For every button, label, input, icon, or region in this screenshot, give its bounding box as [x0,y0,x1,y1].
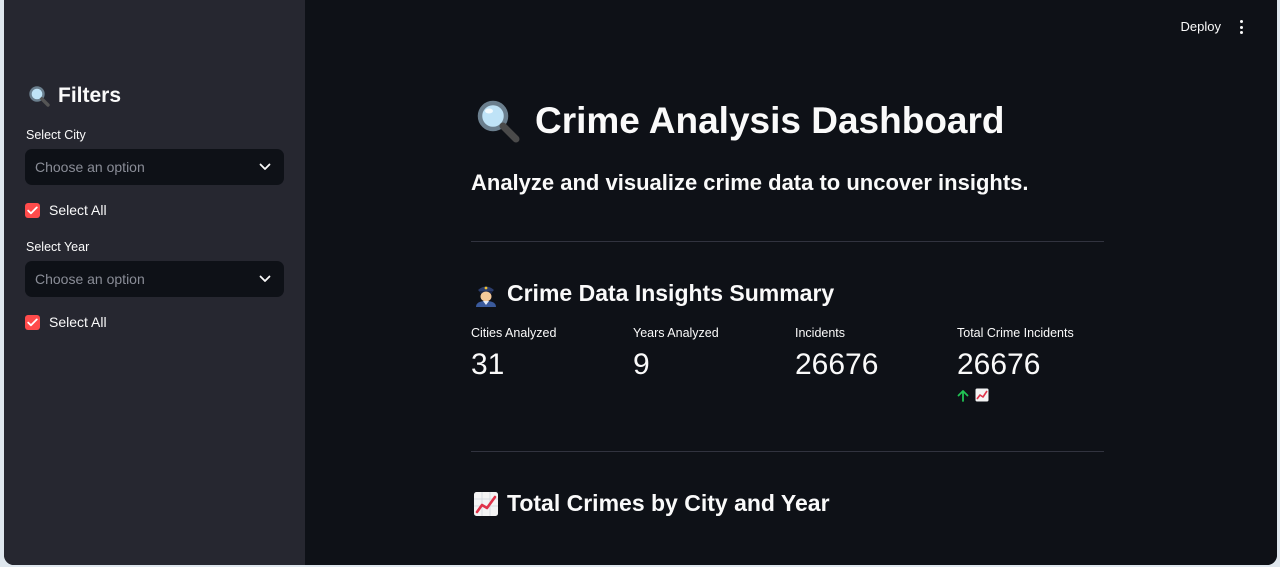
summary-heading-text: Crime Data Insights Summary [507,280,835,306]
city-select-all-label: Select All [49,202,107,218]
divider [471,451,1104,452]
chart-increasing-icon [473,491,499,517]
metric-delta [957,388,1117,402]
year-filter-label: Select Year [26,240,90,254]
year-select-all-checkbox[interactable] [25,314,40,330]
metric-value: 31 [471,348,505,381]
sidebar-header: Filters [28,84,121,108]
page-title-text: Crime Analysis Dashboard [535,100,1005,141]
metric-total-incidents: Total Crime Incidents 26676 [957,326,1117,402]
page-subtitle: Analyze and visualize crime data to unco… [471,170,1029,195]
metric-years: Years Analyzed 9 [633,326,793,382]
sidebar-header-text: Filters [58,84,122,107]
city-select[interactable]: Choose an option [25,149,284,185]
year-select-all-label: Select All [49,314,107,330]
police-officer-icon [473,281,499,307]
metric-label: Years Analyzed [633,326,719,340]
city-filter-label: Select City [26,128,86,142]
city-select-placeholder: Choose an option [35,159,145,175]
deploy-button[interactable]: Deploy [1181,19,1221,34]
metric-label: Cities Analyzed [471,326,557,340]
city-select-all-checkbox[interactable] [25,202,40,218]
main-content: Deploy Crime Analysis Dashboard Analyze … [305,0,1277,565]
magnifying-glass-icon [28,85,50,107]
metric-value: 26676 [795,348,879,381]
metric-label: Total Crime Incidents [957,326,1074,340]
metric-cities: Cities Analyzed 31 [471,326,631,382]
year-select[interactable]: Choose an option [25,261,284,297]
summary-heading: Crime Data Insights Summary [473,280,834,307]
metric-value: 26676 [957,348,1041,381]
chevron-down-icon [258,160,272,174]
chart-section-heading: Total Crimes by City and Year [473,490,830,517]
year-select-placeholder: Choose an option [35,271,145,287]
chart-section-heading-text: Total Crimes by City and Year [507,490,830,516]
metric-label: Incidents [795,326,846,340]
magnifying-glass-icon [475,98,521,144]
chart-increasing-icon [975,388,989,402]
city-select-all[interactable]: Select All [25,202,107,218]
metric-value: 9 [633,348,650,381]
app-window: Filters Select City Choose an option Sel… [4,0,1277,565]
page-title: Crime Analysis Dashboard [475,98,1005,144]
divider [471,241,1104,242]
year-select-all[interactable]: Select All [25,314,107,330]
metric-incidents: Incidents 26676 [795,326,955,382]
chevron-down-icon [258,272,272,286]
more-options-icon[interactable] [1233,18,1249,36]
arrow-up-icon [957,389,969,402]
sidebar: Filters Select City Choose an option Sel… [4,0,305,565]
